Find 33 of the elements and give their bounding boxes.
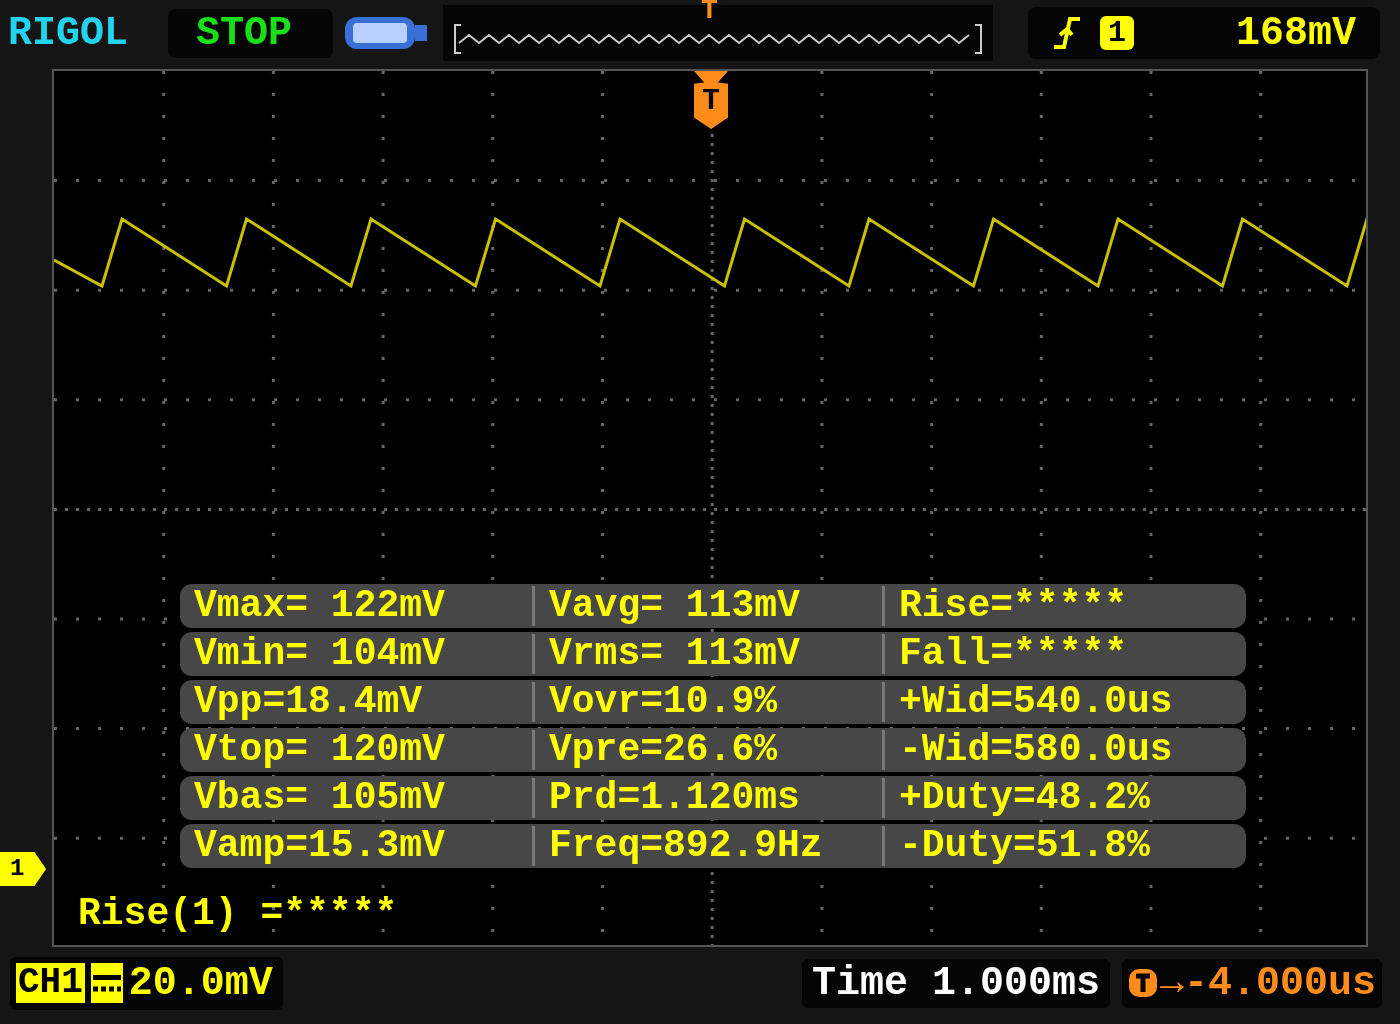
trigger-position-marker: T [701, 0, 718, 25]
vertical-scale: 20.0mV [128, 960, 273, 1006]
measurement-value: -Wid=580.0us [882, 730, 1246, 770]
measurement-value: Vmax= 122mV [193, 586, 446, 626]
measurement-value: Vpp=18.4mV [193, 682, 424, 722]
measurement-value: +Duty=48.2% [882, 778, 1246, 818]
measurement-value: Vamp=15.3mV [193, 826, 446, 866]
timebase: Time 1.000ms [801, 958, 1110, 1008]
measurement-value: Freq=892.9Hz [532, 826, 882, 866]
trigger-offset-icon [1127, 967, 1158, 999]
measurement-value: Vmin= 104mV [193, 634, 446, 674]
brand-logo: RIGOL [8, 10, 130, 56]
measurement-value: Vrms= 113mV [532, 634, 882, 674]
measurement-value: -Duty=51.8% [882, 826, 1246, 866]
measurement-value: Vtop= 120mV [193, 730, 446, 770]
trigger-marker: T [694, 71, 728, 129]
dc-coupling-icon [90, 963, 123, 1003]
trigger-offset: →-4.000us [1159, 960, 1376, 1006]
measurement-value: Vovr=10.9% [532, 682, 882, 722]
run-state: STOP [168, 8, 333, 58]
channel-label: CH1 [16, 963, 85, 1003]
trigger-level: 168mV [1235, 10, 1356, 56]
measurement-value: +Wid=540.0us [882, 682, 1246, 722]
trigger-source: 1 [1100, 16, 1134, 50]
measurement-value: Vbas= 105mV [193, 778, 446, 818]
rising-edge-icon [1052, 15, 1082, 51]
cursor-readout: Rise(1) =***** [78, 892, 398, 935]
measurement-value: Rise=***** [882, 586, 1246, 626]
measurement-value: Fall=***** [882, 634, 1246, 674]
measurement-value: Vpre=26.6% [532, 730, 882, 770]
measurement-value: Prd=1.120ms [532, 778, 882, 818]
channel-marker: 1 [0, 852, 46, 886]
measurement-value: Vavg= 113mV [532, 586, 882, 626]
